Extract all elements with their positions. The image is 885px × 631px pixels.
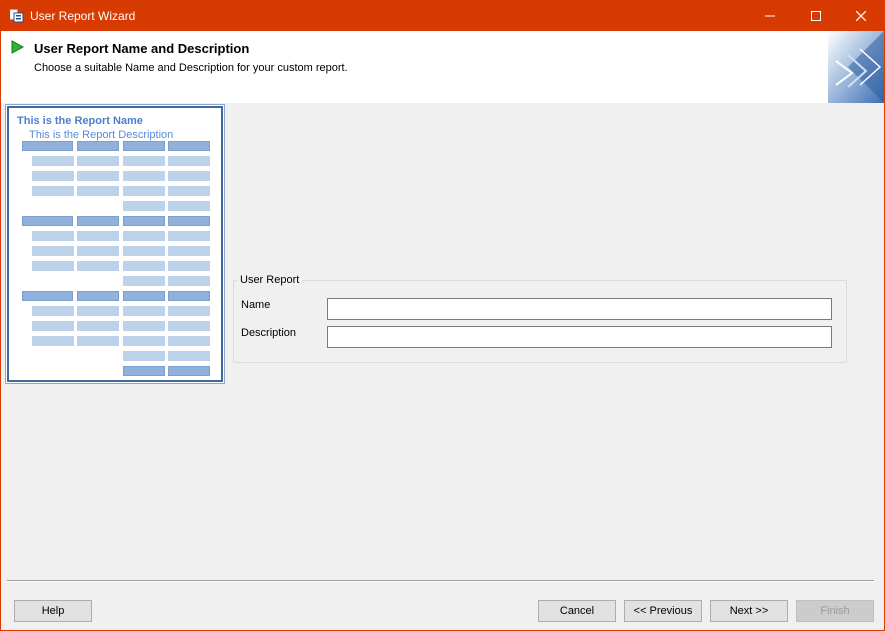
preview-cell xyxy=(168,156,210,166)
preview-cell xyxy=(77,231,119,241)
close-icon xyxy=(856,11,866,21)
maximize-icon xyxy=(811,11,821,21)
preview-cell xyxy=(123,306,165,316)
preview-cell xyxy=(77,171,119,181)
name-input[interactable] xyxy=(327,298,832,320)
preview-cell xyxy=(168,141,210,151)
report-preview: This is the Report Name This is the Repo… xyxy=(5,104,225,384)
preview-cell xyxy=(32,156,74,166)
preview-cell xyxy=(77,186,119,196)
step-subtitle: Choose a suitable Name and Description f… xyxy=(34,62,348,74)
previous-button[interactable]: << Previous xyxy=(624,600,702,622)
preview-cell xyxy=(77,216,119,226)
wizard-window: User Report Wizard User Report Name and … xyxy=(0,0,885,631)
window-title: User Report Wizard xyxy=(30,9,136,23)
user-report-group xyxy=(233,280,847,363)
preview-cell xyxy=(77,306,119,316)
preview-cell xyxy=(123,246,165,256)
preview-cell xyxy=(123,231,165,241)
preview-cell xyxy=(32,186,74,196)
preview-cell xyxy=(123,366,165,376)
description-label: Description xyxy=(241,327,297,339)
preview-cell xyxy=(168,276,210,286)
preview-cell xyxy=(32,321,74,331)
preview-cell xyxy=(32,261,74,271)
app-icon xyxy=(10,9,24,23)
preview-cell xyxy=(123,351,165,361)
preview-cell xyxy=(123,216,165,226)
name-label: Name xyxy=(241,299,271,311)
preview-cell xyxy=(168,246,210,256)
preview-cell xyxy=(168,351,210,361)
preview-cell xyxy=(77,291,119,301)
preview-cell xyxy=(123,321,165,331)
preview-cell xyxy=(123,141,165,151)
preview-cell xyxy=(22,141,73,151)
preview-cell xyxy=(168,171,210,181)
preview-cell xyxy=(168,306,210,316)
cancel-button[interactable]: Cancel xyxy=(538,600,616,622)
preview-cell xyxy=(123,276,165,286)
play-arrow-icon xyxy=(11,40,24,54)
preview-cell xyxy=(123,186,165,196)
preview-cell xyxy=(168,261,210,271)
preview-cell xyxy=(32,231,74,241)
preview-cell xyxy=(22,291,73,301)
help-button[interactable]: Help xyxy=(14,600,92,622)
preview-cell xyxy=(168,336,210,346)
preview-cell xyxy=(123,156,165,166)
preview-cell xyxy=(32,336,74,346)
preview-cell xyxy=(168,186,210,196)
finish-button: Finish xyxy=(796,600,874,622)
preview-cell xyxy=(123,291,165,301)
minimize-button[interactable] xyxy=(747,1,793,31)
footer-separator xyxy=(7,580,874,582)
user-report-group-label: User Report xyxy=(237,274,303,286)
preview-cell xyxy=(168,216,210,226)
preview-cell xyxy=(168,291,210,301)
preview-cell xyxy=(32,246,74,256)
preview-cell xyxy=(77,156,119,166)
preview-cell xyxy=(168,201,210,211)
preview-cell xyxy=(123,261,165,271)
preview-cell xyxy=(168,231,210,241)
preview-cell xyxy=(123,171,165,181)
preview-cell xyxy=(22,216,73,226)
preview-cell xyxy=(77,141,119,151)
maximize-button[interactable] xyxy=(793,1,839,31)
preview-report-name: This is the Report Name xyxy=(17,115,143,127)
preview-cell xyxy=(77,336,119,346)
next-button[interactable]: Next >> xyxy=(710,600,788,622)
preview-cell xyxy=(123,336,165,346)
preview-cell xyxy=(168,321,210,331)
preview-cell xyxy=(32,306,74,316)
preview-cell xyxy=(77,246,119,256)
preview-cell xyxy=(32,171,74,181)
wizard-header: User Report Name and Description Choose … xyxy=(1,31,884,103)
preview-cell xyxy=(123,201,165,211)
preview-cell xyxy=(168,366,210,376)
close-button[interactable] xyxy=(838,1,884,31)
wizard-banner-graphic xyxy=(828,31,884,103)
step-title: User Report Name and Description xyxy=(34,41,250,56)
description-input[interactable] xyxy=(327,326,832,348)
preview-report-description: This is the Report Description xyxy=(29,129,174,141)
title-bar: User Report Wizard xyxy=(1,1,884,31)
preview-cell xyxy=(77,321,119,331)
minimize-icon xyxy=(765,15,775,17)
preview-cell xyxy=(77,261,119,271)
